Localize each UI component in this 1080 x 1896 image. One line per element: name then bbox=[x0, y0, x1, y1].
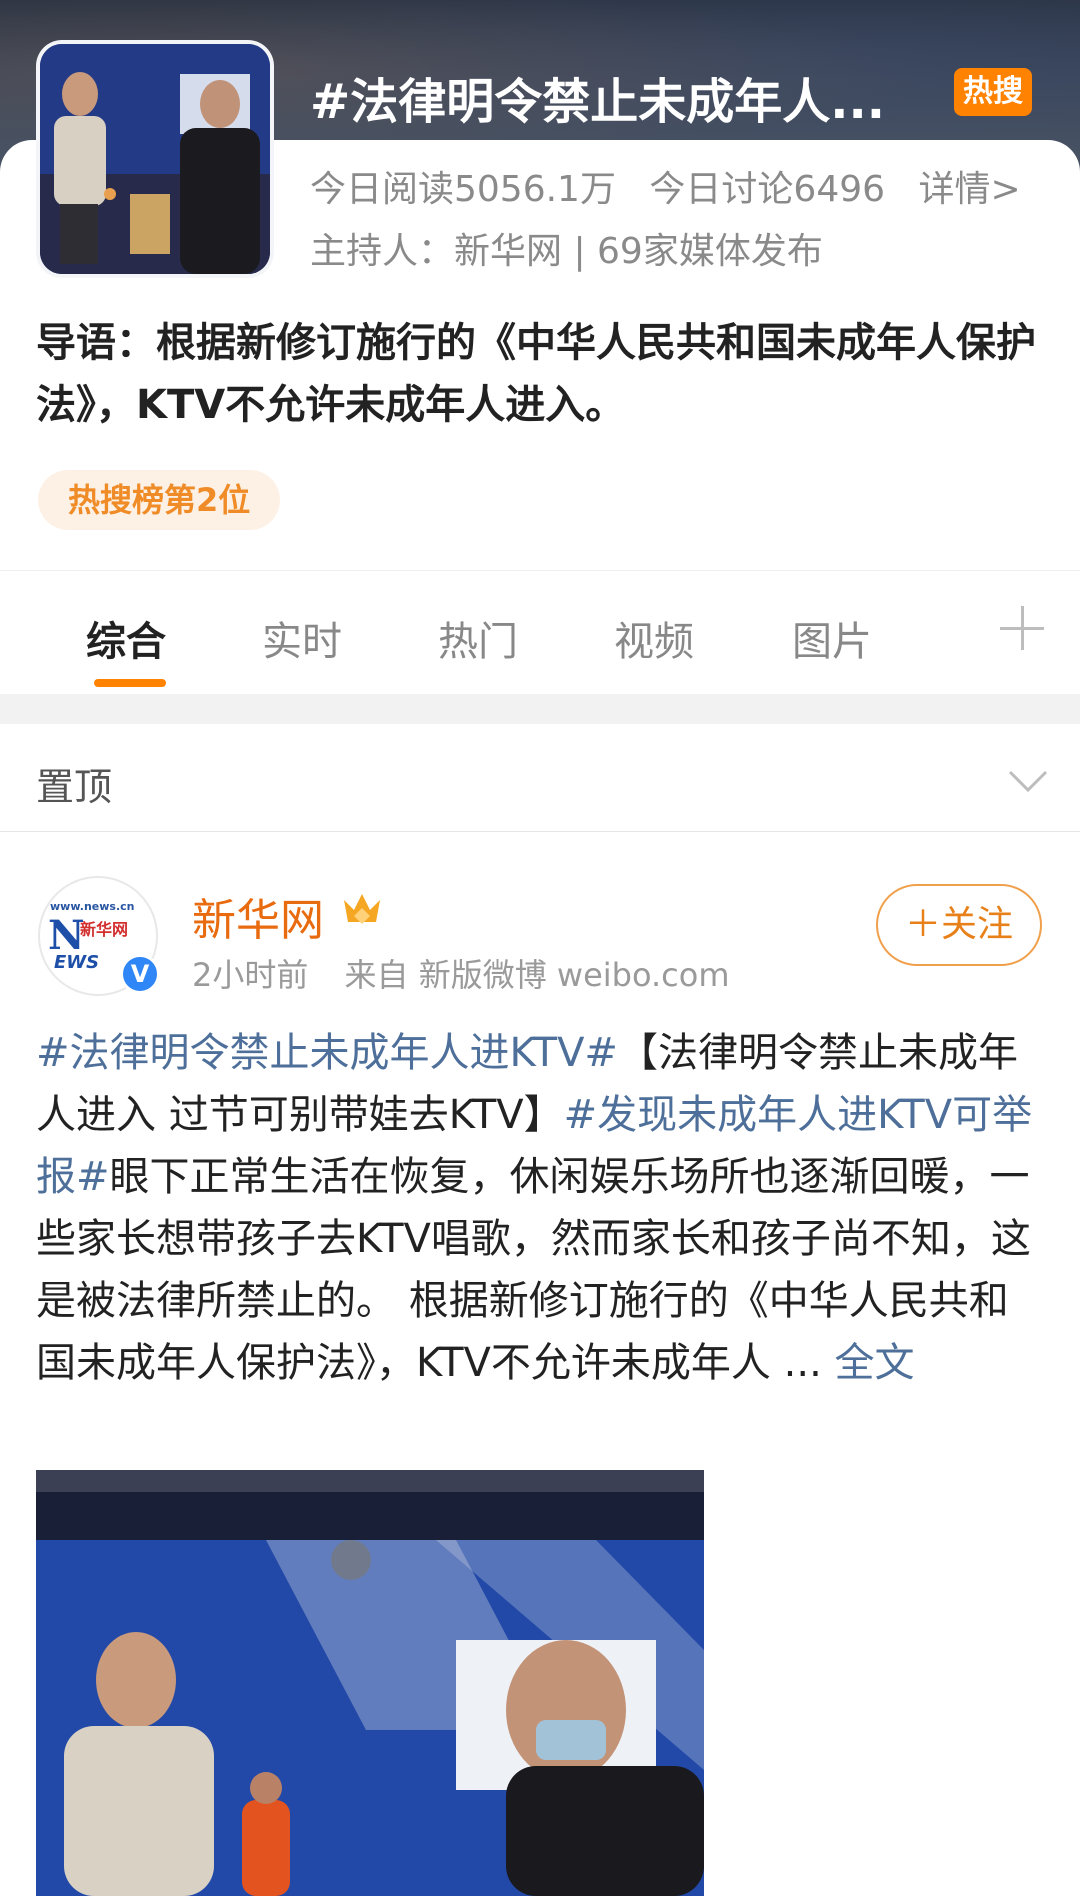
active-tab-indicator bbox=[94, 679, 166, 687]
discuss-count: 今日讨论6496 bbox=[649, 169, 886, 210]
tab-hot[interactable]: 热门 bbox=[438, 609, 518, 667]
member-crown-icon bbox=[344, 894, 380, 924]
tab-images[interactable]: 图片 bbox=[792, 609, 872, 667]
pinned-label: 置顶 bbox=[36, 765, 113, 809]
post-text: #法律明令禁止未成年人进KTV#【法律明令禁止未成年人进入 过节可别带娃去KTV… bbox=[36, 1022, 1046, 1394]
topic-page: #法律明令禁止未成年人... 热搜 今日阅读5056.1万 今日讨论6496 详… bbox=[0, 0, 1080, 1896]
topic-intro: 导语：根据新修订施行的《中华人民共和国未成年人保护法》，KTV不允许未成年人进入… bbox=[36, 320, 1036, 428]
topic-host[interactable]: 主持人：新华网 | 69家媒体发布 bbox=[310, 222, 823, 274]
post-time: 2小时前 bbox=[192, 956, 309, 994]
tab-bar: 综合 实时 热门 视频 图片 bbox=[0, 570, 1080, 694]
section-divider bbox=[0, 694, 1080, 724]
avatar-ews-text: EWS bbox=[54, 952, 100, 973]
avatar-cn-text: 新华网 bbox=[80, 920, 129, 939]
chevron-down-icon[interactable] bbox=[1008, 760, 1048, 800]
read-count: 今日阅读5056.1万 bbox=[310, 169, 616, 210]
author-name[interactable]: 新华网 bbox=[192, 884, 324, 948]
read-full-link[interactable]: 全文 bbox=[835, 1340, 915, 1386]
topic-thumbnail[interactable] bbox=[36, 40, 274, 278]
tab-video[interactable]: 视频 bbox=[614, 609, 694, 667]
verified-v-icon: V bbox=[120, 954, 160, 994]
tab-comprehensive[interactable]: 综合 bbox=[86, 609, 166, 667]
post-meta: 2小时前 来自 新版微博 weibo.com bbox=[192, 950, 756, 996]
pinned-row[interactable]: 置顶 bbox=[0, 724, 1080, 832]
tab-realtime[interactable]: 实时 bbox=[262, 609, 342, 667]
follow-button[interactable]: ＋关注 bbox=[876, 884, 1042, 966]
topic-title: #法律明令禁止未成年人... bbox=[310, 74, 885, 130]
add-tab-plus-icon[interactable] bbox=[1000, 606, 1044, 650]
details-link[interactable]: 详情> bbox=[919, 169, 1021, 210]
post-source: 来自 新版微博 weibo.com bbox=[344, 956, 730, 994]
hot-search-badge: 热搜 bbox=[954, 68, 1032, 116]
topic-stats: 今日阅读5056.1万 今日讨论6496 详情> bbox=[310, 160, 1043, 212]
hot-rank-pill[interactable]: 热搜榜第2位 bbox=[38, 470, 281, 530]
hashtag-link[interactable]: #法律明令禁止未成年人进KTV# bbox=[36, 1030, 618, 1076]
post-image[interactable] bbox=[36, 1470, 704, 1896]
